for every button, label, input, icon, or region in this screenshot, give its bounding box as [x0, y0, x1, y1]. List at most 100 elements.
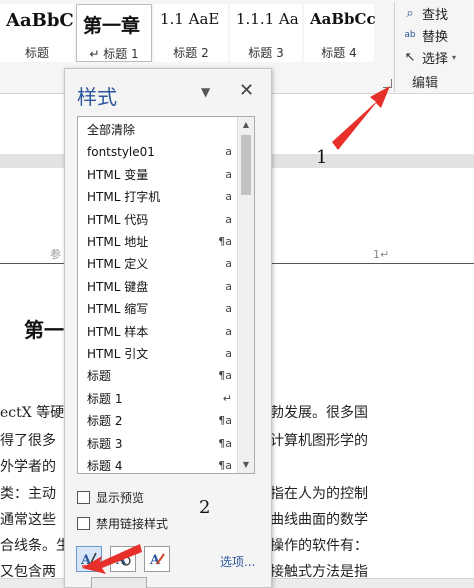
- style-type-icon: a: [225, 212, 232, 226]
- style-type-icon: a: [225, 257, 232, 271]
- annotation-label-1: 1: [316, 147, 328, 168]
- style-item-label: HTML 引文: [87, 347, 149, 361]
- style-item[interactable]: 标题 1 ↵: [78, 388, 236, 410]
- style-item[interactable]: 标题 4 ¶a: [78, 455, 236, 473]
- style-item-label: 标题: [87, 369, 112, 384]
- style-type-icon: a: [225, 145, 232, 159]
- style-preview: 1.1 AaE: [160, 10, 220, 28]
- style-list: 全部清除 fontstyle01 a HTML 变量 a HTML 打字机 a …: [77, 116, 255, 474]
- style-item-label: HTML 定义: [87, 257, 149, 272]
- style-item-label: 标题 2: [87, 414, 123, 429]
- chevron-down-icon[interactable]: ▼: [201, 85, 210, 99]
- style-item-clear-all[interactable]: 全部清除: [78, 119, 236, 141]
- styles-pane: 样式 ▼ ✕ 全部清除 fontstyle01 a HTML 变量 a HTML…: [64, 68, 272, 588]
- style-item-label: 标题 4: [87, 459, 123, 473]
- style-type-icon: a: [225, 347, 232, 360]
- style-preview: 第一章: [83, 15, 141, 37]
- style-item[interactable]: HTML 样本 a: [78, 321, 236, 343]
- find-button[interactable]: ⌕ 查找: [402, 3, 448, 23]
- style-gallery-item-heading-3[interactable]: 1.1.1 Aa 标题 3: [230, 4, 302, 62]
- body-text-left: 得了很多: [0, 433, 56, 449]
- body-text-right: 勃发展。很多国: [270, 405, 368, 421]
- body-text-right: 曲线曲面的数学: [270, 512, 368, 528]
- editing-group-label: 编辑: [412, 76, 439, 91]
- search-icon: ⌕: [406, 5, 414, 21]
- style-type-icon: ¶a: [218, 414, 232, 428]
- body-text-left: 类：主动: [0, 486, 56, 502]
- style-caption: 标题 3: [248, 46, 284, 60]
- style-item[interactable]: HTML 引文 a: [78, 343, 236, 365]
- manage-styles-button[interactable]: A: [144, 546, 170, 572]
- header-text: 参: [50, 248, 61, 261]
- style-item-label: 标题 3: [87, 436, 123, 451]
- close-icon[interactable]: ✕: [239, 80, 254, 101]
- scroll-thumb[interactable]: [241, 135, 251, 195]
- body-text-left: 通常这些: [0, 512, 56, 528]
- cursor-icon: ↖: [404, 49, 416, 65]
- style-caption: 标题: [24, 46, 49, 60]
- style-type-icon: ¶a: [218, 235, 232, 248]
- checkbox-box[interactable]: [77, 491, 90, 504]
- style-gallery-item-heading-4[interactable]: AaBbCc 标题 4: [304, 4, 376, 62]
- replace-label: 替换: [422, 29, 449, 45]
- style-gallery-item-heading-1[interactable]: 第一章 ↵ 标题 1: [76, 4, 152, 62]
- scroll-down-icon[interactable]: ▼: [238, 457, 254, 473]
- replace-icon: ab: [404, 30, 416, 40]
- body-text-left: ectX 等硬: [0, 405, 65, 421]
- tooltip-stub: [91, 577, 147, 588]
- style-item[interactable]: 标题 ¶a: [78, 365, 236, 387]
- style-item[interactable]: HTML 地址 ¶a: [78, 231, 236, 253]
- header-page-number: 1↵: [373, 248, 390, 261]
- show-preview-label: 显示预览: [96, 491, 145, 505]
- body-text-left: 合线条。生: [0, 538, 70, 554]
- pane-title: 样式: [77, 85, 117, 109]
- find-label: 查找: [422, 7, 449, 23]
- style-list-scrollbar[interactable]: ▲ ▼: [237, 117, 254, 473]
- body-text-left: 外学者的: [0, 459, 56, 475]
- style-caption: 标题 4: [321, 46, 357, 60]
- style-caption: 标题 2: [173, 46, 209, 60]
- style-item[interactable]: HTML 变量 a: [78, 164, 236, 186]
- style-item[interactable]: HTML 缩写 a: [78, 298, 236, 320]
- document-heading: 第一: [24, 318, 64, 342]
- style-item-label: HTML 变量: [87, 167, 149, 182]
- style-item-label: HTML 键盘: [87, 279, 149, 294]
- red-arrow-1: [332, 86, 390, 150]
- style-gallery-item-title[interactable]: AaBbC 标题: [0, 4, 74, 62]
- style-item[interactable]: 标题 3 ¶a: [78, 433, 236, 455]
- style-preview: AaBbCc: [310, 10, 376, 28]
- style-type-icon: ↵: [222, 391, 232, 405]
- style-item[interactable]: HTML 定义 a: [78, 253, 236, 275]
- style-item-label: fontstyle01: [87, 145, 155, 160]
- group-divider: [394, 2, 395, 92]
- style-type-icon: ¶a: [218, 436, 232, 450]
- style-type-icon: a: [225, 279, 232, 293]
- style-caption: ↵ 标题 1: [89, 47, 139, 61]
- style-item[interactable]: HTML 键盘 a: [78, 276, 236, 298]
- style-gallery-item-heading-2[interactable]: 1.1 AaE 标题 2: [154, 4, 228, 62]
- options-link[interactable]: 选项...: [220, 553, 255, 570]
- replace-button[interactable]: ab 替换: [402, 25, 448, 45]
- style-type-icon: a: [225, 302, 232, 316]
- show-preview-checkbox[interactable]: 显示预览: [77, 489, 144, 506]
- red-arrow-2: [82, 544, 142, 574]
- style-item-label: HTML 缩写: [87, 302, 149, 317]
- manage-styles-icon: A: [149, 553, 165, 568]
- style-type-icon: ¶a: [218, 369, 232, 383]
- select-label: 选择: [422, 51, 449, 67]
- select-button[interactable]: ↖ 选择 ▾: [402, 47, 456, 67]
- scroll-up-icon[interactable]: ▲: [238, 117, 254, 133]
- style-item-label: 全部清除: [87, 123, 136, 137]
- style-item[interactable]: 标题 2 ¶a: [78, 410, 236, 432]
- style-item[interactable]: fontstyle01 a: [78, 141, 236, 163]
- body-text-right: 指在人为的控制: [270, 486, 368, 502]
- style-item-label: HTML 代码: [87, 212, 149, 227]
- body-text-right: 操作的软件有：: [270, 538, 368, 554]
- style-item[interactable]: HTML 打字机 a: [78, 186, 236, 208]
- style-type-icon: a: [225, 324, 232, 338]
- style-type-icon: a: [225, 190, 232, 204]
- style-item-label: 标题 1: [87, 391, 123, 406]
- style-item[interactable]: HTML 代码 a: [78, 209, 236, 231]
- style-item-label: HTML 地址: [87, 235, 149, 249]
- body-text-right: 计算机图形学的: [270, 433, 368, 449]
